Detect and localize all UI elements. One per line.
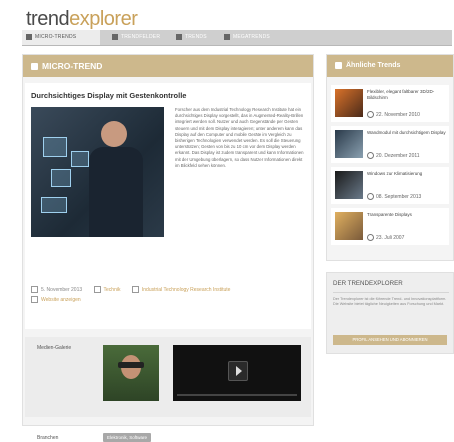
tag-icon	[93, 286, 101, 293]
article-body: Forscher aus dem Industrial Technology R…	[175, 107, 304, 168]
article-image[interactable]	[31, 107, 164, 237]
subscribe-button[interactable]: PROFIL ANSEHEN UND ABONNIEREN	[333, 335, 447, 345]
person-figure	[89, 147, 143, 237]
gallery-thumbnail[interactable]	[103, 345, 159, 401]
article-date: 5. November 2013	[41, 286, 83, 293]
tab-label: TRENDS	[185, 34, 207, 40]
globe-icon	[224, 33, 230, 40]
media-gallery-label: Medien-Galerie	[37, 345, 72, 351]
tag-row-label: Branchen	[37, 435, 59, 441]
layers-icon	[26, 33, 32, 40]
section-header: MICRO-TREND	[23, 55, 313, 77]
website-link-label: Website anzeigen	[41, 296, 81, 303]
trend-thumbnail	[335, 171, 363, 199]
person-icon	[131, 286, 139, 293]
tab-label: MICRO-TRENDS	[35, 34, 77, 40]
website-link[interactable]: Website anzeigen	[31, 296, 81, 303]
link-icon	[31, 296, 38, 303]
clock-icon	[367, 152, 374, 159]
about-title: DER TRENDEXPLORER	[333, 280, 403, 287]
article-category[interactable]: Technik	[104, 287, 121, 293]
article-title: Durchsichtiges Display mit Gestenkontrol…	[31, 91, 187, 100]
trend-title: Wandmodul mit durchsichtigem Display	[367, 130, 446, 135]
trend-thumbnail	[335, 89, 363, 117]
grid-icon	[112, 33, 118, 40]
layers-icon	[31, 63, 38, 71]
person-head	[101, 121, 127, 147]
media-gallery: Medien-Galerie	[25, 337, 311, 417]
trend-title: Windows zur Klimatisierung	[367, 171, 423, 176]
video-player[interactable]	[173, 345, 301, 401]
hologram-panel	[51, 169, 71, 187]
tag-chip[interactable]: Elektronik, Software	[103, 433, 152, 442]
tab-trendfelder[interactable]: TRENDFELDER	[108, 30, 166, 45]
top-navigation: MICRO-TRENDS TRENDFELDER TRENDS MEGATREN…	[22, 30, 452, 46]
trend-date: 08. September 2013	[367, 193, 421, 200]
tab-label: MEGATRENDS	[233, 34, 270, 40]
hologram-panel	[43, 137, 67, 157]
trend-thumbnail	[335, 212, 363, 240]
tab-micro-trends[interactable]: MICRO-TRENDS	[22, 30, 100, 45]
logo[interactable]: trendexplorer	[26, 8, 138, 31]
about-box: DER TRENDEXPLORER Der Trendexplorer ist …	[326, 272, 454, 354]
article-meta: 5. November 2013 Technik Industrial Tech…	[31, 286, 240, 293]
logo-part-trend: trend	[26, 8, 70, 30]
main-content: MICRO-TREND Durchsichtiges Display mit G…	[22, 54, 314, 442]
trend-date: 22. November 2010	[367, 111, 420, 118]
article-card: Durchsichtiges Display mit Gestenkontrol…	[25, 83, 311, 329]
calendar-icon	[31, 286, 38, 293]
clock-icon	[367, 193, 374, 200]
tab-label: TRENDFELDER	[121, 34, 161, 40]
article-source[interactable]: Industrial Technology Research Institute	[142, 287, 231, 293]
arrow-icon	[176, 33, 182, 40]
related-trends-title: Ähnliche Trends	[346, 62, 401, 69]
clock-icon	[367, 111, 374, 118]
video-progress-bar[interactable]	[177, 394, 297, 396]
trend-date: 23. Juli 2007	[367, 234, 404, 241]
related-trend-item[interactable]: Transparente Displays 23. Juli 2007	[331, 208, 449, 245]
related-trends-panel: Ähnliche Trends Flexibler, elegant faltb…	[326, 54, 454, 261]
hologram-panel	[71, 151, 89, 167]
related-trend-item[interactable]: Flexibler, elegant faltbarer 3D/2D-Bilds…	[331, 85, 449, 122]
section-title: MICRO-TREND	[42, 61, 103, 71]
related-trend-item[interactable]: Wandmodul mit durchsichtigem Display 20.…	[331, 126, 449, 163]
logo-part-explorer: explorer	[69, 8, 138, 30]
tab-megatrends[interactable]: MEGATRENDS	[220, 30, 282, 45]
about-text: Der Trendexplorer ist die führende Trend…	[333, 297, 447, 306]
related-trends-header: Ähnliche Trends	[327, 55, 453, 77]
tag-row-branchen: Branchen Elektronik, Software	[37, 433, 154, 442]
trend-date: 20. Dezember 2011	[367, 152, 420, 159]
trend-title: Flexibler, elegant faltbarer 3D/2D-Bilds…	[367, 89, 435, 100]
play-icon[interactable]	[228, 361, 248, 381]
ar-glasses	[118, 362, 144, 368]
clock-icon	[367, 234, 374, 241]
trend-thumbnail	[335, 130, 363, 158]
divider	[333, 292, 449, 293]
hologram-panel	[41, 197, 67, 213]
related-trend-item[interactable]: Windows zur Klimatisierung 08. September…	[331, 167, 449, 204]
layers-icon	[335, 61, 342, 69]
trend-title: Transparente Displays	[367, 212, 412, 217]
tab-trends[interactable]: TRENDS	[172, 30, 212, 45]
